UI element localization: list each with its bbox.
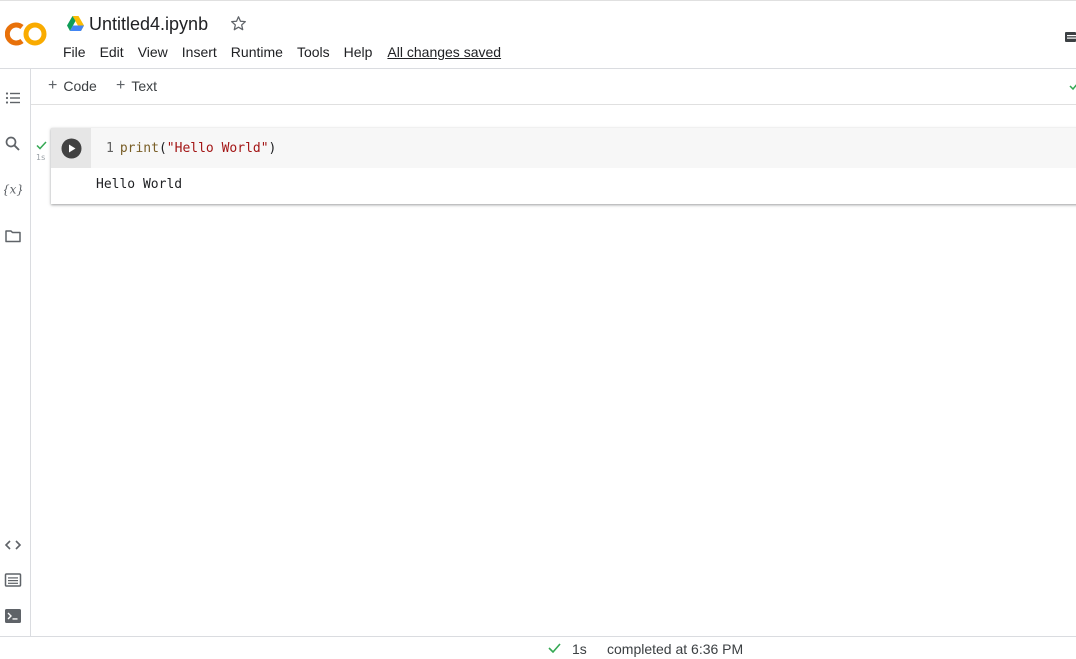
menu-insert[interactable]: Insert [182,44,217,60]
command-palette-icon[interactable] [4,571,22,589]
cell-output: Hello World [96,177,183,192]
plus-icon: + [48,77,58,94]
table-of-contents-icon[interactable] [4,89,22,107]
connected-check-icon[interactable] [1069,81,1076,91]
notebook-toolbar: + Code + Text [31,69,1076,105]
add-code-label: Code [63,78,97,94]
save-status-link[interactable]: All changes saved [387,44,501,60]
status-duration: 1s [572,641,587,657]
colab-logo[interactable] [5,19,49,49]
menu-file[interactable]: File [63,44,86,60]
plus-icon: + [116,77,126,94]
run-cell-gutter [51,128,91,168]
menu-view[interactable]: View [138,44,168,60]
code-snippets-icon[interactable] [4,536,22,554]
run-cell-button[interactable] [61,138,82,159]
notebook-title[interactable]: Untitled4.ipynb [89,14,208,35]
code-function: print [119,141,159,156]
code-string: "Hello World" [166,141,269,156]
search-icon[interactable] [4,135,22,153]
code-line[interactable]: 1 print("Hello World") [106,141,276,156]
menu-bar: File Edit View Insert Runtime Tools Help… [63,44,515,60]
status-message: completed at 6:36 PM [607,641,744,657]
status-bar: 1s completed at 6:36 PM [0,636,1076,659]
google-drive-icon[interactable] [67,16,84,31]
add-code-cell-button[interactable]: + Code [48,77,97,95]
files-icon[interactable] [4,227,22,245]
execution-time: 1s [36,153,46,162]
cell-editor[interactable]: 1 print("Hello World") [51,128,1076,168]
menu-edit[interactable]: Edit [100,44,124,60]
code-paren-open: ( [158,141,167,156]
terminal-icon[interactable] [4,607,22,625]
code-cell[interactable]: 1 print("Hello World") Hello World [51,128,1076,204]
menu-runtime[interactable]: Runtime [231,44,283,60]
menu-help[interactable]: Help [344,44,373,60]
add-text-cell-button[interactable]: + Text [116,77,157,95]
app-header: Untitled4.ipynb File Edit View Insert Ru… [0,4,1076,69]
menu-tools[interactable]: Tools [297,44,330,60]
code-paren-close: ) [268,141,277,156]
svg-text:{x}: {x} [4,183,22,197]
variables-icon[interactable]: {x} [4,180,22,198]
add-text-label: Text [131,78,158,94]
comments-icon[interactable] [1065,32,1076,42]
execution-success-icon [36,141,47,150]
status-check-icon [548,643,561,653]
line-number: 1 [106,141,114,156]
star-icon[interactable] [229,14,248,33]
left-sidebar: {x} [0,69,31,637]
